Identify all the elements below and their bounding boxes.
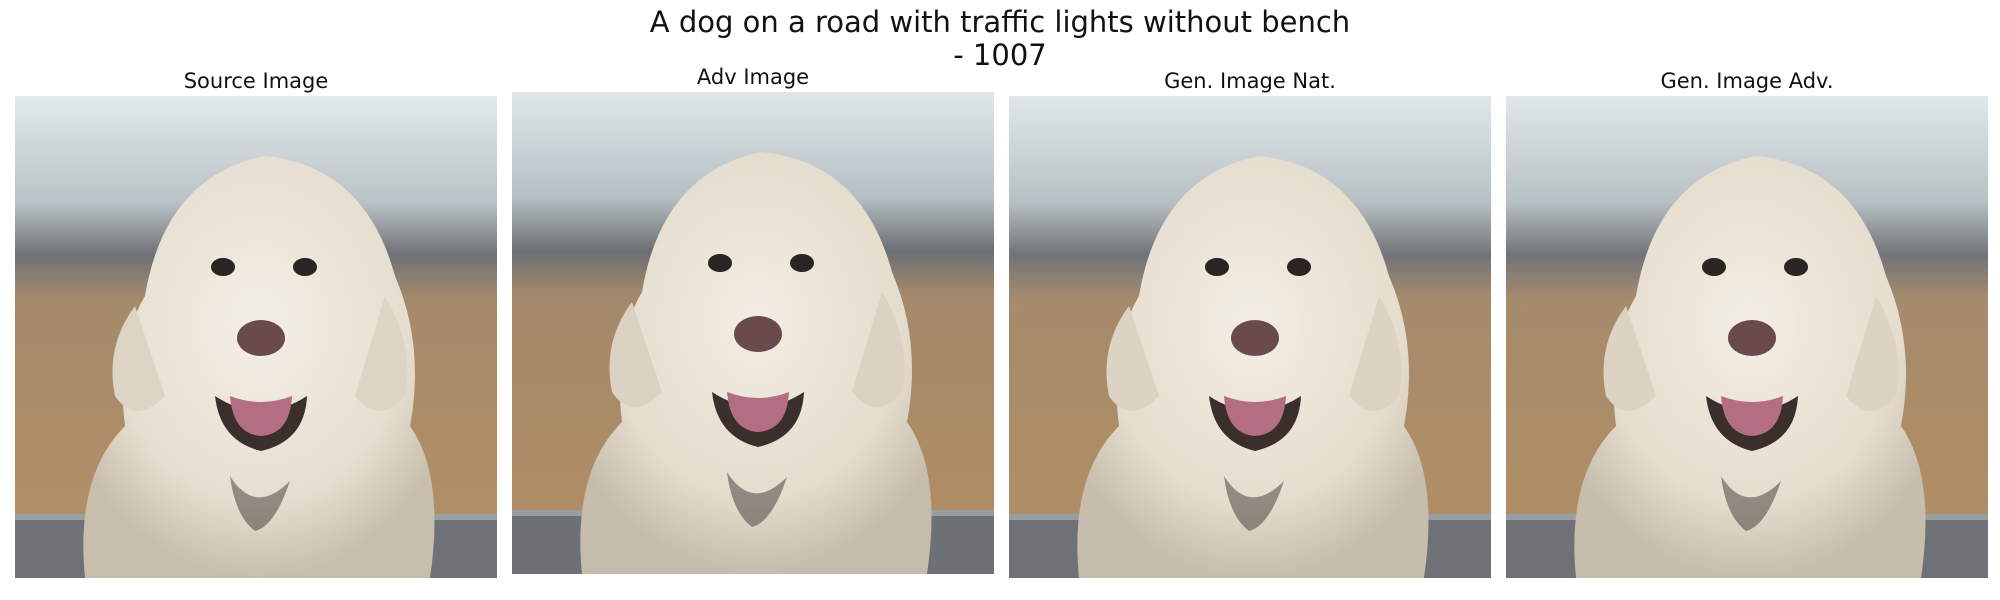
panel-source-image: Source Image bbox=[15, 66, 497, 586]
dog-photo bbox=[15, 96, 497, 578]
panel-adv-image: Adv Image bbox=[512, 62, 994, 590]
dog-photo bbox=[1506, 96, 1988, 578]
figure-title: A dog on a road with traffic lights with… bbox=[649, 5, 1351, 72]
dog-illustration bbox=[1009, 96, 1491, 578]
dog-photo bbox=[1009, 96, 1491, 578]
dog-illustration bbox=[15, 96, 497, 578]
dog-photo bbox=[512, 92, 994, 574]
dog-illustration bbox=[1506, 96, 1988, 578]
panel-gen-image-adv: Gen. Image Adv. bbox=[1506, 66, 1988, 586]
panel-label: Adv Image bbox=[696, 65, 810, 89]
dog-illustration bbox=[512, 92, 994, 574]
panel-gen-image-nat: Gen. Image Nat. bbox=[1009, 66, 1491, 586]
panel-label: Source Image bbox=[183, 69, 329, 93]
panel-label: Gen. Image Nat. bbox=[1164, 69, 1336, 93]
panel-label: Gen. Image Adv. bbox=[1660, 69, 1834, 93]
